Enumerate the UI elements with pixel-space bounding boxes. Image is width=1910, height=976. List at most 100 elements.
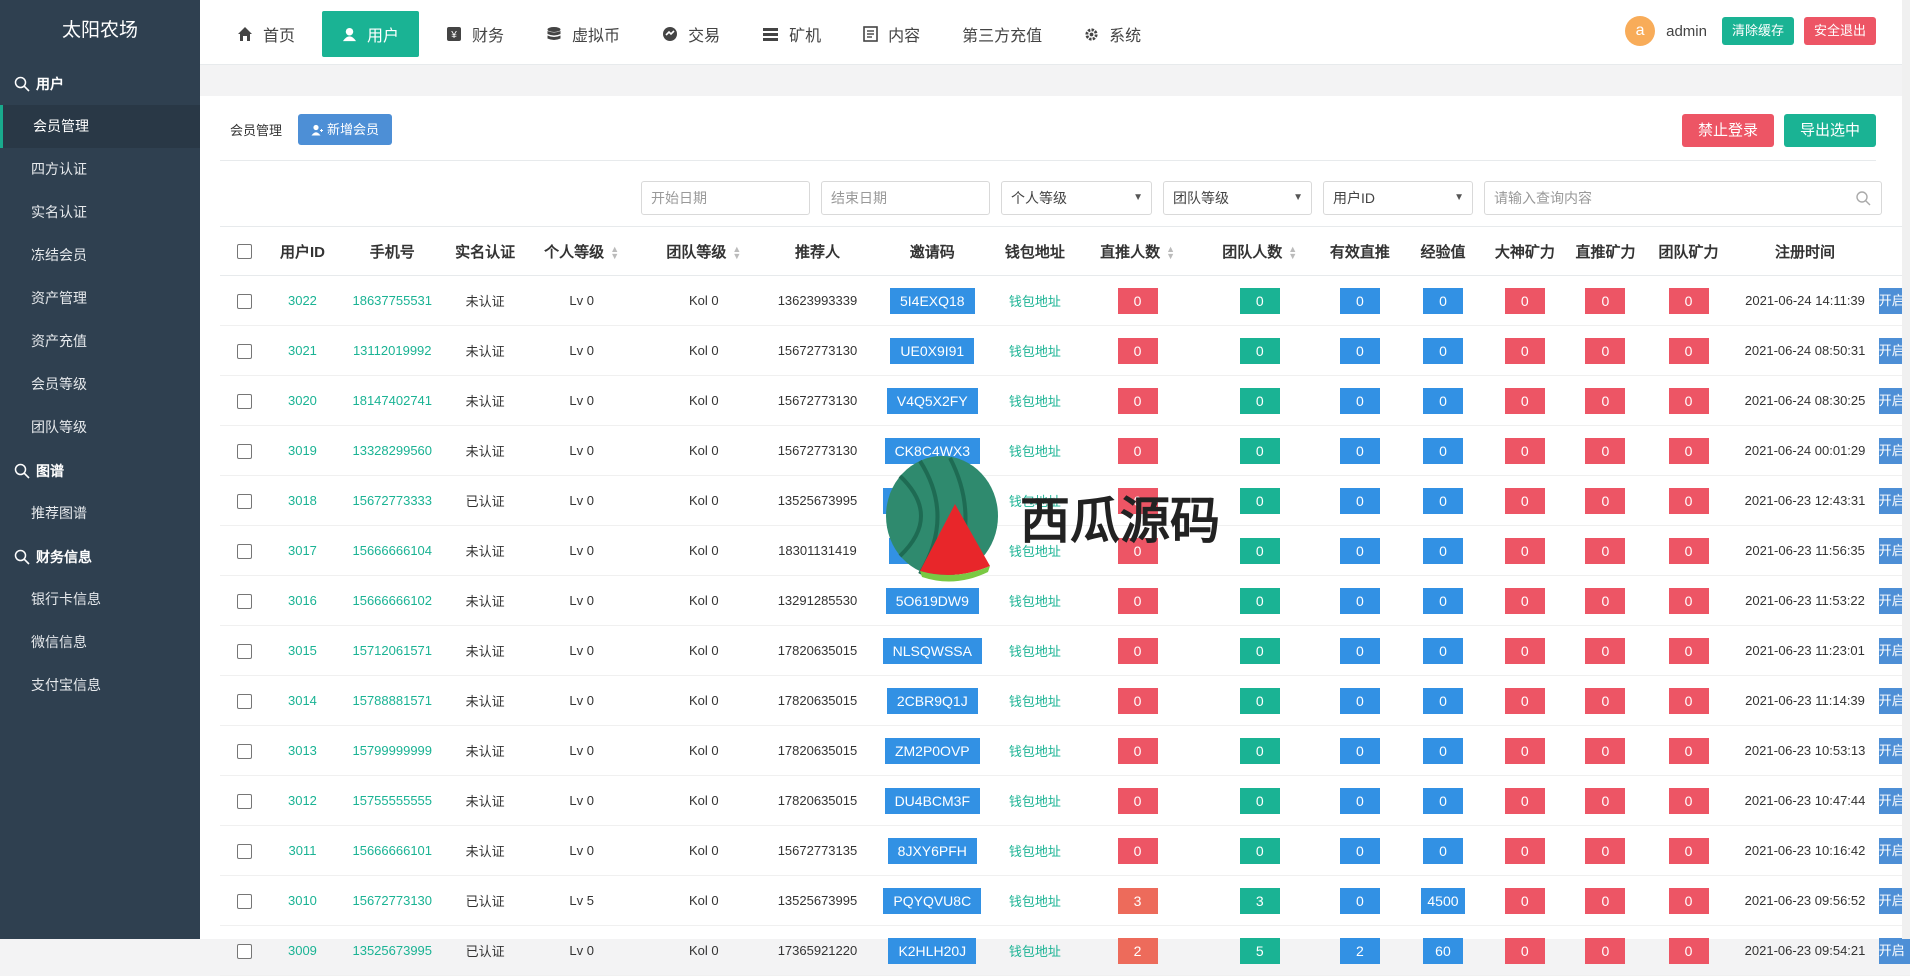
row-checkbox[interactable]: [236, 543, 252, 559]
sort-icon[interactable]: ▲ ▼: [732, 244, 741, 260]
search-input[interactable]: 请输入查询内容: [1484, 181, 1882, 215]
nav-tab[interactable]: 内容: [848, 11, 935, 57]
column-header[interactable]: 团队人数 ▲ ▼: [1201, 226, 1319, 276]
wallet-address-link[interactable]: 钱包地址: [1009, 344, 1061, 359]
user-id-link[interactable]: 3013: [288, 743, 317, 758]
row-checkbox[interactable]: [236, 793, 252, 809]
logout-button[interactable]: 安全退出: [1803, 17, 1876, 45]
phone-link[interactable]: 15788881571: [352, 693, 432, 708]
user-id-link[interactable]: 3021: [288, 343, 317, 358]
end-date-input[interactable]: 结束日期: [821, 181, 990, 215]
nav-tab[interactable]: 首页: [222, 11, 310, 57]
phone-link[interactable]: 13328299560: [352, 443, 432, 458]
row-checkbox[interactable]: [236, 443, 252, 459]
phone-link[interactable]: 15755555555: [352, 793, 432, 808]
phone-link[interactable]: 18147402741: [352, 393, 432, 408]
row-checkbox[interactable]: [236, 893, 252, 909]
sidebar-item[interactable]: 资产管理: [0, 277, 200, 320]
wallet-address-link[interactable]: 钱包地址: [1009, 944, 1061, 959]
column-header[interactable]: 个人等级 ▲ ▼: [521, 226, 642, 276]
user-id-link[interactable]: 3019: [288, 443, 317, 458]
avatar[interactable]: a: [1625, 16, 1656, 46]
sidebar-item[interactable]: 团队等级: [0, 406, 200, 449]
row-checkbox[interactable]: [236, 843, 252, 859]
wallet-address-link[interactable]: 钱包地址: [1009, 794, 1061, 809]
nav-tab[interactable]: 用户: [322, 11, 420, 57]
nav-tab[interactable]: 矿机: [747, 11, 836, 57]
user-id-link[interactable]: 3020: [288, 393, 317, 408]
column-header[interactable]: 直推人数 ▲ ▼: [1074, 226, 1202, 276]
row-checkbox[interactable]: [236, 343, 252, 359]
sidebar-item[interactable]: 四方认证: [0, 148, 200, 191]
sidebar-group-0[interactable]: 用户: [0, 62, 200, 105]
phone-link[interactable]: 15672773333: [352, 493, 432, 508]
team-level-select[interactable]: 团队等级 ▼: [1163, 181, 1312, 215]
sidebar-item[interactable]: 银行卡信息: [0, 578, 200, 621]
wallet-address-link[interactable]: 钱包地址: [1009, 644, 1061, 659]
phone-link[interactable]: 13112019992: [353, 343, 432, 358]
phone-link[interactable]: 15672773130: [352, 893, 432, 908]
sort-icon[interactable]: ▲ ▼: [1166, 244, 1175, 260]
sort-icon[interactable]: ▲ ▼: [1288, 244, 1297, 260]
user-id-link[interactable]: 3009: [288, 943, 317, 958]
phone-link[interactable]: 18637755531: [352, 293, 432, 308]
start-date-input[interactable]: 开始日期: [641, 181, 810, 215]
row-checkbox[interactable]: [236, 743, 252, 759]
nav-tab[interactable]: 交易: [647, 11, 735, 57]
user-id-link[interactable]: 3015: [288, 643, 317, 658]
row-checkbox[interactable]: [236, 493, 252, 509]
phone-link[interactable]: 15666666102: [352, 593, 432, 608]
wallet-address-link[interactable]: 钱包地址: [1009, 294, 1061, 309]
sidebar-item[interactable]: 支付宝信息: [0, 664, 200, 707]
row-checkbox[interactable]: [236, 643, 252, 659]
search-icon[interactable]: [1856, 191, 1871, 206]
user-id-link[interactable]: 3012: [288, 793, 317, 808]
row-checkbox[interactable]: [236, 293, 252, 309]
user-id-link[interactable]: 3011: [288, 843, 316, 858]
phone-link[interactable]: 13525673995: [352, 943, 432, 958]
select-all-checkbox[interactable]: [236, 244, 252, 260]
sidebar-item[interactable]: 实名认证: [0, 191, 200, 234]
phone-link[interactable]: 15666666104: [352, 543, 432, 558]
wallet-address-link[interactable]: 钱包地址: [1009, 744, 1061, 759]
wallet-address-link[interactable]: 钱包地址: [1009, 594, 1061, 609]
column-header[interactable]: 团队等级 ▲ ▼: [641, 226, 767, 276]
user-id-link[interactable]: 3010: [288, 893, 317, 908]
phone-link[interactable]: 15799999999: [352, 743, 432, 758]
wallet-address-link[interactable]: 钱包地址: [1009, 694, 1061, 709]
sidebar-item[interactable]: 推荐图谱: [0, 492, 200, 535]
personal-level-select[interactable]: 个人等级 ▼: [1001, 181, 1152, 215]
clear-cache-button[interactable]: 清除缓存: [1721, 17, 1794, 45]
phone-link[interactable]: 15666666101: [352, 843, 432, 858]
user-id-link[interactable]: 3016: [288, 593, 317, 608]
nav-tab[interactable]: 虚拟币: [531, 11, 635, 57]
wallet-address-link[interactable]: 钱包地址: [1009, 844, 1061, 859]
wallet-address-link[interactable]: 钱包地址: [1009, 894, 1061, 909]
nav-tab[interactable]: 系统: [1069, 11, 1156, 57]
user-id-link[interactable]: 3022: [288, 293, 317, 308]
phone-link[interactable]: 15712061571: [352, 643, 432, 658]
user-id-select[interactable]: 用户ID ▼: [1323, 181, 1473, 215]
row-checkbox[interactable]: [236, 393, 252, 409]
sidebar-item[interactable]: 冻结会员: [0, 234, 200, 277]
sidebar-group-1[interactable]: 图谱: [0, 449, 200, 492]
add-member-button[interactable]: 新增会员: [298, 114, 393, 145]
ban-login-button[interactable]: 禁止登录: [1681, 114, 1774, 147]
sidebar-item[interactable]: 资产充值: [0, 320, 200, 363]
row-checkbox[interactable]: [236, 693, 252, 709]
sidebar-item[interactable]: 微信信息: [0, 621, 200, 664]
user-id-link[interactable]: 3014: [288, 693, 317, 708]
sidebar-item[interactable]: 会员等级: [0, 363, 200, 406]
nav-tab[interactable]: ¥ 财务: [431, 11, 519, 57]
admin-name[interactable]: admin: [1666, 23, 1707, 40]
user-id-link[interactable]: 3018: [288, 493, 317, 508]
open-button[interactable]: 开启: [1878, 937, 1910, 964]
user-id-link[interactable]: 3017: [288, 543, 317, 558]
row-checkbox[interactable]: [236, 943, 252, 959]
wallet-address-link[interactable]: 钱包地址: [1009, 394, 1061, 409]
sort-icon[interactable]: ▲ ▼: [610, 244, 619, 260]
scrollbar[interactable]: [1902, 0, 1910, 939]
nav-tab[interactable]: 第三方充值: [947, 11, 1057, 57]
export-selected-button[interactable]: 导出选中: [1783, 114, 1876, 147]
sidebar-group-2[interactable]: 财务信息: [0, 535, 200, 578]
